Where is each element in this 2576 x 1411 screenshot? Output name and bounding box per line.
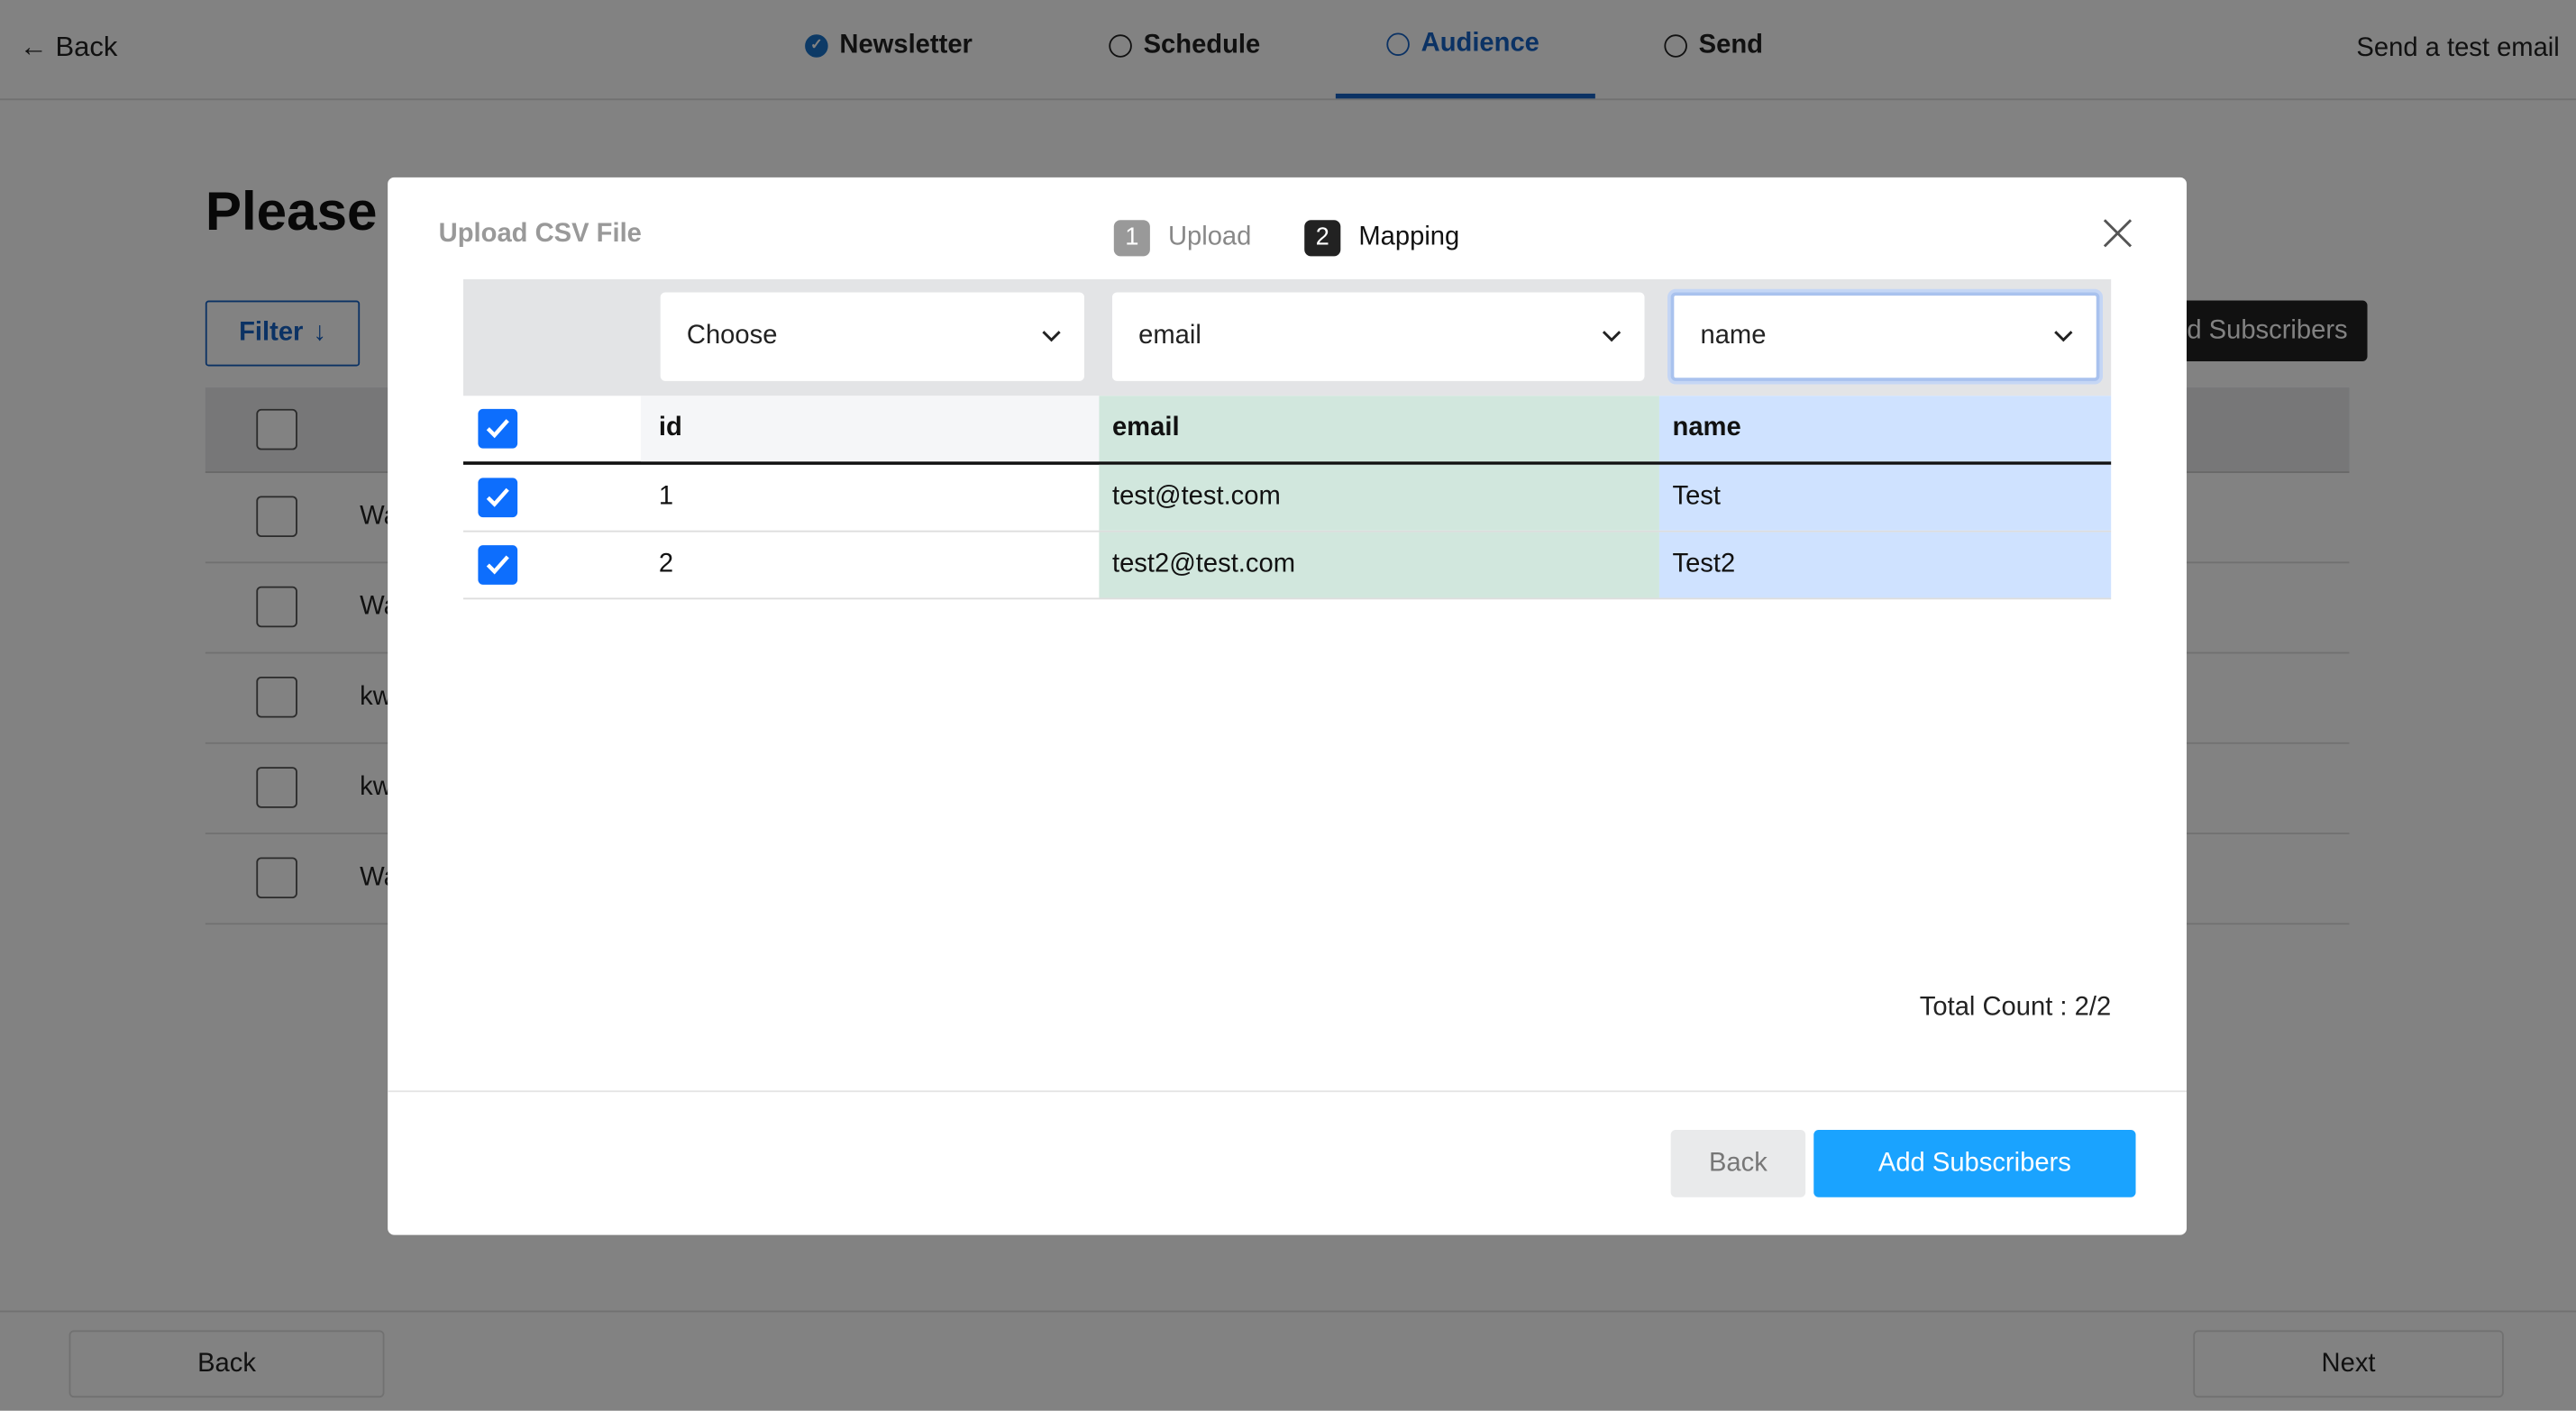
select-all-checkbox[interactable] xyxy=(478,408,518,449)
step-number: 1 xyxy=(1113,220,1150,257)
row-checkbox[interactable] xyxy=(478,478,518,518)
column-mapping-row: Choose email name xyxy=(463,278,2112,396)
header-id: id xyxy=(640,396,1100,462)
select-value: email xyxy=(1138,322,1201,350)
footer-divider xyxy=(388,1090,2188,1093)
cell-name: Test2 xyxy=(1658,532,2112,598)
mapping-select-name[interactable]: name xyxy=(1670,292,2100,381)
total-count: Total Count : 2/2 xyxy=(1919,993,2112,1022)
csv-table-header: id email name xyxy=(463,396,2112,465)
row-checkbox[interactable] xyxy=(478,545,518,585)
cell-name: Test xyxy=(1658,464,2112,531)
mapping-select-email[interactable]: email xyxy=(1111,292,1645,381)
add-subscribers-submit-button[interactable]: Add Subscribers xyxy=(1813,1130,2136,1197)
step-label: Upload xyxy=(1167,223,1252,251)
csv-table-row: 2 test2@test.com Test2 xyxy=(463,532,2112,600)
chevron-down-icon xyxy=(1042,322,1062,351)
close-icon[interactable] xyxy=(2101,217,2133,250)
header-name: name xyxy=(1658,396,2112,462)
cell-email: test@test.com xyxy=(1099,464,1659,531)
step-upload: 1 Upload xyxy=(1113,220,1252,257)
select-value: name xyxy=(1700,322,1767,350)
modal-back-button[interactable]: Back xyxy=(1670,1130,1806,1197)
upload-csv-modal: Upload CSV File 1 Upload 2 Mapping Choose … xyxy=(388,177,2188,1235)
header-email: email xyxy=(1099,396,1659,462)
cell-email: test2@test.com xyxy=(1099,532,1659,598)
step-label: Mapping xyxy=(1358,223,1460,251)
select-value: Choose xyxy=(686,322,778,350)
csv-table-row: 1 test@test.com Test xyxy=(463,464,2112,533)
chevron-down-icon xyxy=(2053,322,2073,351)
step-number: 2 xyxy=(1304,220,1341,257)
modal-title: Upload CSV File xyxy=(438,220,642,249)
step-mapping: 2 Mapping xyxy=(1304,220,1460,257)
mapping-select-id[interactable]: Choose xyxy=(660,292,1084,381)
cell-id: 1 xyxy=(658,482,674,511)
chevron-down-icon xyxy=(1602,322,1621,351)
cell-id: 2 xyxy=(658,550,674,578)
